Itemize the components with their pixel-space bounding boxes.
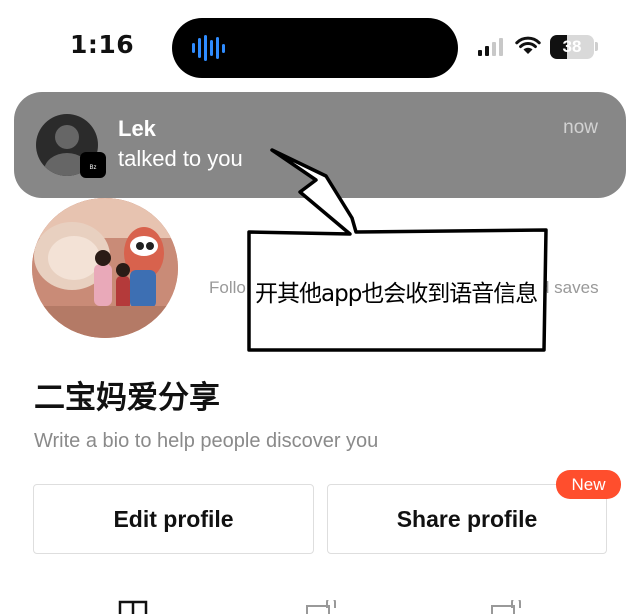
cellular-signal-icon [478,38,503,56]
bio-placeholder[interactable]: Write a bio to help people discover you [34,430,378,453]
grid-icon[interactable] [118,600,148,614]
bag-icon[interactable] [305,600,339,614]
notification-banner[interactable]: Bz Lek talked to you now [14,92,626,198]
app-badge-icon: Bz [80,152,106,178]
notification-time: now [563,117,598,138]
annotation-text: 开其他app也会收到语音信息 [255,281,538,307]
notification-message: talked to you [118,146,243,171]
edit-profile-button[interactable]: Edit profile [33,484,314,554]
wifi-icon [515,36,541,54]
audio-waveform-icon [192,35,225,61]
profile-name: 二宝妈爱分享 [34,380,220,416]
battery-cap [595,42,598,51]
saves-stat[interactable]: d saves [540,278,599,298]
status-time: 1:16 [70,30,135,59]
notification-sender: Lek [118,116,156,141]
profile-photo [32,198,178,338]
following-stat[interactable]: Follo [209,278,246,298]
battery-icon: 38 [550,35,594,59]
bag-icon[interactable] [490,600,524,614]
battery-percent: 38 [562,37,582,56]
new-badge: New [556,470,621,499]
profile-avatar[interactable] [32,198,178,338]
dynamic-island[interactable] [172,18,458,78]
